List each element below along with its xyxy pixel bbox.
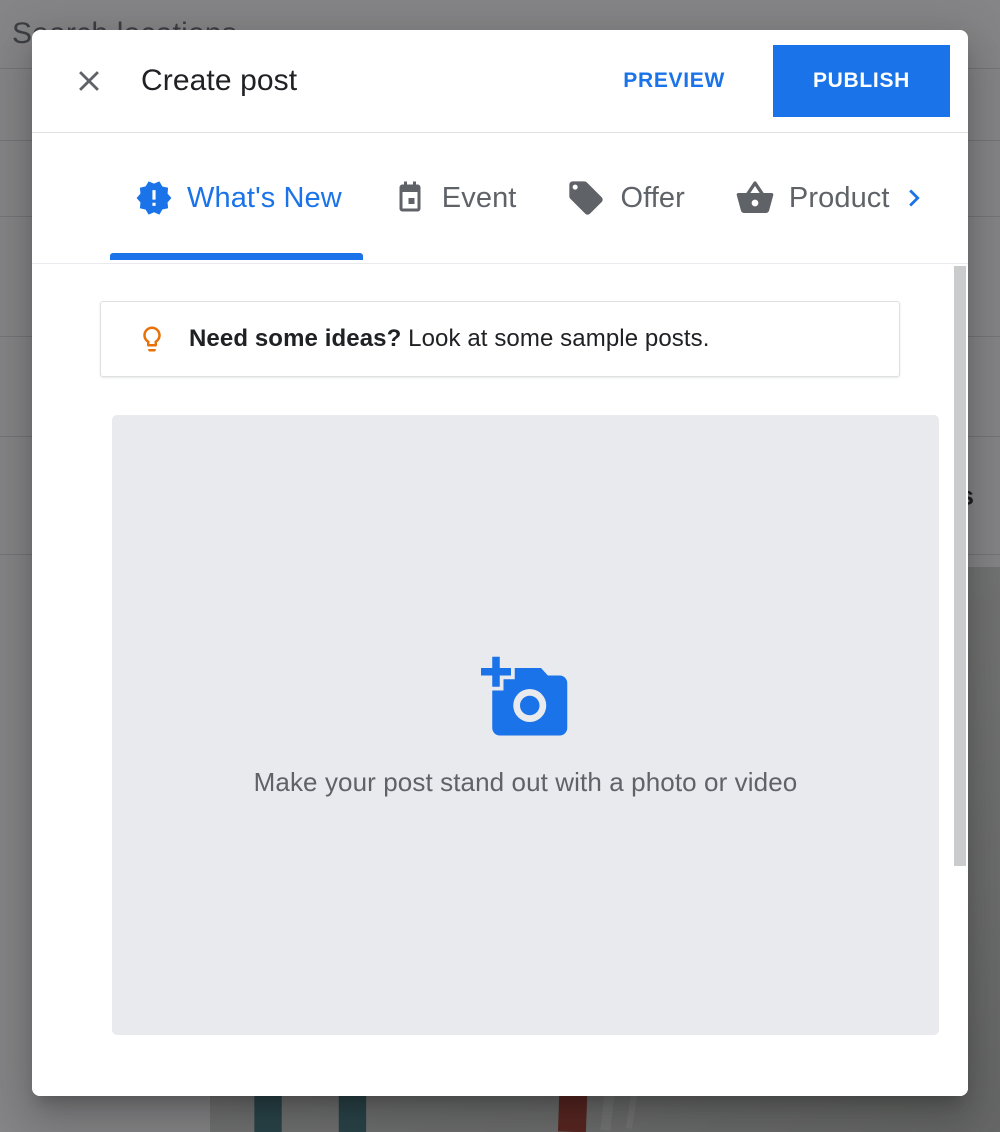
- post-type-tabs: What's New Event Offer Product: [32, 133, 968, 264]
- scrollbar-thumb[interactable]: [954, 266, 966, 866]
- dialog-header-actions: PREVIEW PUBLISH: [601, 45, 950, 117]
- add-a-photo-icon: [478, 653, 574, 743]
- tab-product[interactable]: Product: [710, 133, 915, 263]
- dialog-header: Create post PREVIEW PUBLISH: [32, 30, 968, 133]
- lightbulb-icon: [137, 324, 167, 354]
- close-icon[interactable]: [66, 58, 112, 104]
- sample-posts-rest: Look at some sample posts.: [401, 325, 710, 352]
- sample-posts-banner[interactable]: Need some ideas? Look at some sample pos…: [100, 301, 900, 377]
- create-post-dialog: Create post PREVIEW PUBLISH What's New E…: [32, 30, 968, 1096]
- tab-event[interactable]: Event: [367, 133, 542, 263]
- active-tab-indicator: [110, 253, 363, 260]
- chevron-right-icon[interactable]: [894, 178, 934, 218]
- new-releases-icon: [135, 179, 173, 217]
- publish-button[interactable]: PUBLISH: [773, 45, 950, 117]
- tab-whats-new[interactable]: What's New: [110, 133, 367, 263]
- dialog-title: Create post: [141, 64, 298, 97]
- dialog-body: Need some ideas? Look at some sample pos…: [32, 264, 968, 1096]
- shopping-basket-icon: [735, 178, 775, 218]
- sample-posts-strong: Need some ideas?: [189, 325, 402, 352]
- tab-label: Product: [788, 181, 890, 214]
- tab-label: What's New: [187, 181, 342, 214]
- media-dropzone[interactable]: Make your post stand out with a photo or…: [112, 415, 939, 1035]
- tag-icon: [566, 178, 606, 218]
- calendar-icon: [392, 180, 428, 216]
- tab-offer[interactable]: Offer: [541, 133, 709, 263]
- content-scrollbar[interactable]: [952, 264, 968, 1096]
- tab-label: Event: [441, 181, 517, 214]
- tab-label: Offer: [620, 181, 685, 214]
- media-dropzone-label: Make your post stand out with a photo or…: [253, 766, 798, 797]
- sample-posts-text: Need some ideas? Look at some sample pos…: [189, 325, 710, 353]
- preview-button[interactable]: PREVIEW: [601, 55, 747, 107]
- dialog-scroll-content: Need some ideas? Look at some sample pos…: [32, 264, 968, 1035]
